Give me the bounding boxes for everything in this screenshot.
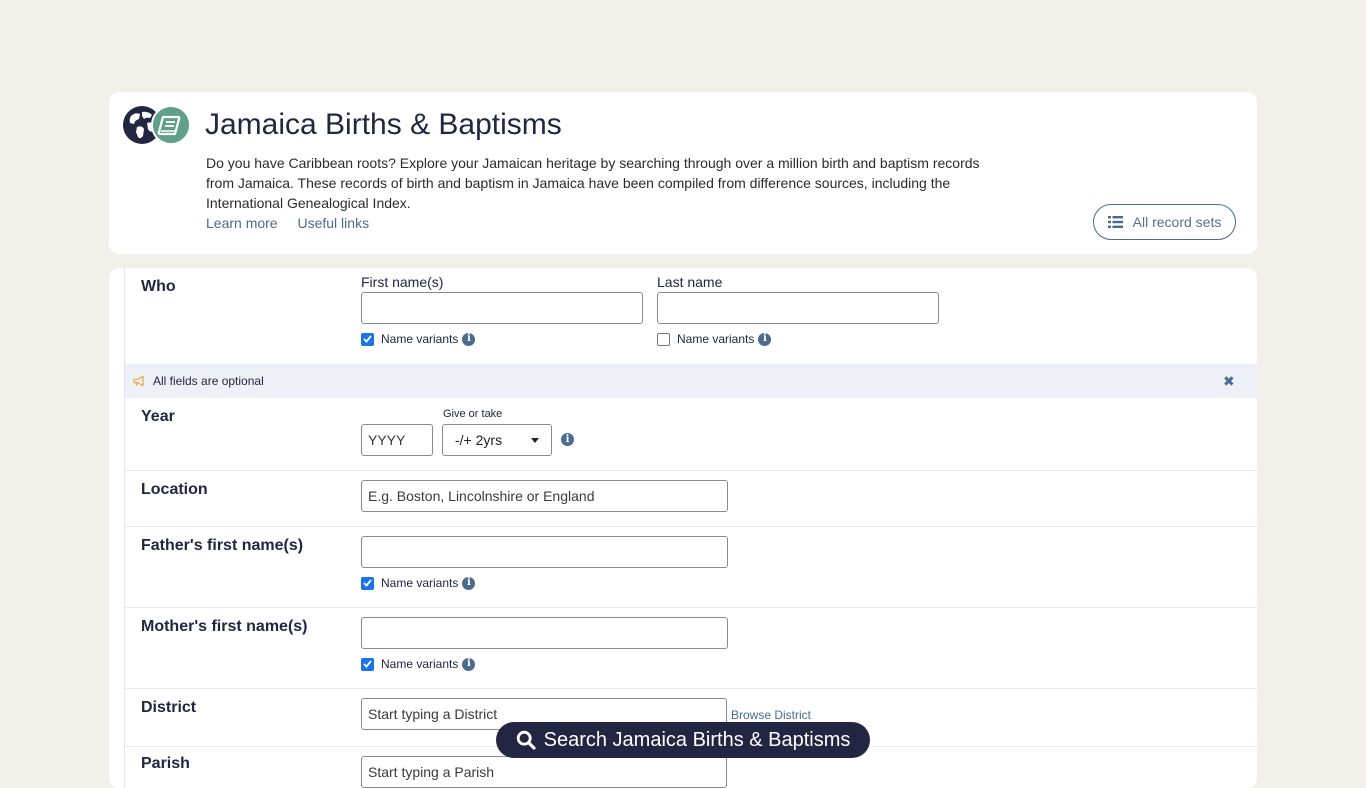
info-icon[interactable]: i [462, 657, 476, 671]
first-name-input[interactable] [361, 292, 643, 324]
record-set-description: Do you have Caribbean roots? Explore you… [206, 155, 980, 211]
give-or-take-label: Give or take [443, 408, 503, 420]
location-label: Location [141, 481, 208, 498]
who-row: Who First name(s) Name variants i Last n… [125, 268, 1257, 364]
all-record-sets-label: All record sets [1132, 214, 1222, 230]
all-record-sets-button[interactable]: All record sets [1093, 204, 1236, 240]
mother-name-variants[interactable]: Name variants i [361, 657, 476, 671]
who-label: Who [141, 278, 176, 295]
give-or-take-value: -/+ 2yrs [455, 432, 503, 448]
browse-district-link[interactable]: Browse District [731, 708, 811, 722]
mother-first-name-input[interactable] [361, 617, 728, 649]
district-label: District [141, 699, 197, 716]
list-icon [1107, 216, 1123, 228]
year-input[interactable] [361, 424, 433, 456]
father-name-variants-label: Name variants [381, 576, 459, 590]
search-form: Who First name(s) Name variants i Last n… [109, 268, 1257, 788]
optional-fields-text: All fields are optional [153, 374, 264, 388]
location-input[interactable] [361, 480, 728, 512]
parish-label: Parish [141, 755, 190, 772]
record-set-header: Jamaica Births & Baptisms Do you have Ca… [109, 92, 1257, 254]
mother-row: Mother's first name(s) Name variants i [125, 608, 1257, 689]
last-name-input[interactable] [657, 292, 939, 324]
last-name-label: Last name [657, 274, 723, 290]
megaphone-icon [133, 375, 145, 387]
mother-first-name-label: Mother's first name(s) [141, 618, 308, 635]
last-name-variants[interactable]: Name variants i [657, 332, 772, 346]
learn-more-link[interactable]: Learn more [206, 215, 278, 231]
parish-input[interactable] [361, 756, 727, 788]
mother-name-variants-label: Name variants [381, 657, 459, 671]
first-name-label: First name(s) [361, 274, 444, 290]
father-name-variants-checkbox[interactable] [361, 576, 374, 590]
father-first-name-input[interactable] [361, 536, 728, 568]
first-name-variants-checkbox[interactable] [361, 332, 374, 346]
close-icon[interactable]: ✖ [1223, 374, 1235, 388]
search-form-body: Who First name(s) Name variants i Last n… [124, 268, 1257, 788]
optional-fields-notice: All fields are optional ✖ [125, 364, 1257, 398]
info-icon[interactable]: i [462, 332, 476, 346]
mother-name-variants-checkbox[interactable] [361, 657, 374, 671]
give-or-take-select[interactable]: -/+ 2yrs [442, 424, 552, 456]
last-name-variants-checkbox[interactable] [657, 332, 670, 346]
father-first-name-label: Father's first name(s) [141, 537, 304, 554]
location-row: Location [125, 471, 1257, 527]
info-icon[interactable]: i [462, 576, 476, 590]
year-label: Year [141, 408, 175, 425]
header-links: Learn more Useful links [206, 213, 385, 233]
info-icon[interactable]: i [561, 433, 574, 446]
page-title: Jamaica Births & Baptisms [205, 108, 562, 141]
search-icon [516, 730, 536, 750]
book-icon [151, 106, 191, 145]
year-row: Year Give or take -/+ 2yrs i [125, 398, 1257, 471]
info-icon[interactable]: i [758, 332, 772, 346]
search-button-label: Search Jamaica Births & Baptisms [543, 728, 851, 751]
useful-links-link[interactable]: Useful links [297, 215, 369, 231]
father-name-variants[interactable]: Name variants i [361, 576, 476, 590]
record-set-logo [123, 106, 191, 146]
last-name-variants-label: Name variants [677, 332, 755, 346]
first-name-variants-label: Name variants [381, 332, 459, 346]
chevron-down-icon [531, 438, 539, 443]
first-name-variants[interactable]: Name variants i [361, 332, 476, 346]
search-button[interactable]: Search Jamaica Births & Baptisms [496, 722, 870, 758]
father-row: Father's first name(s) Name variants i [125, 527, 1257, 608]
